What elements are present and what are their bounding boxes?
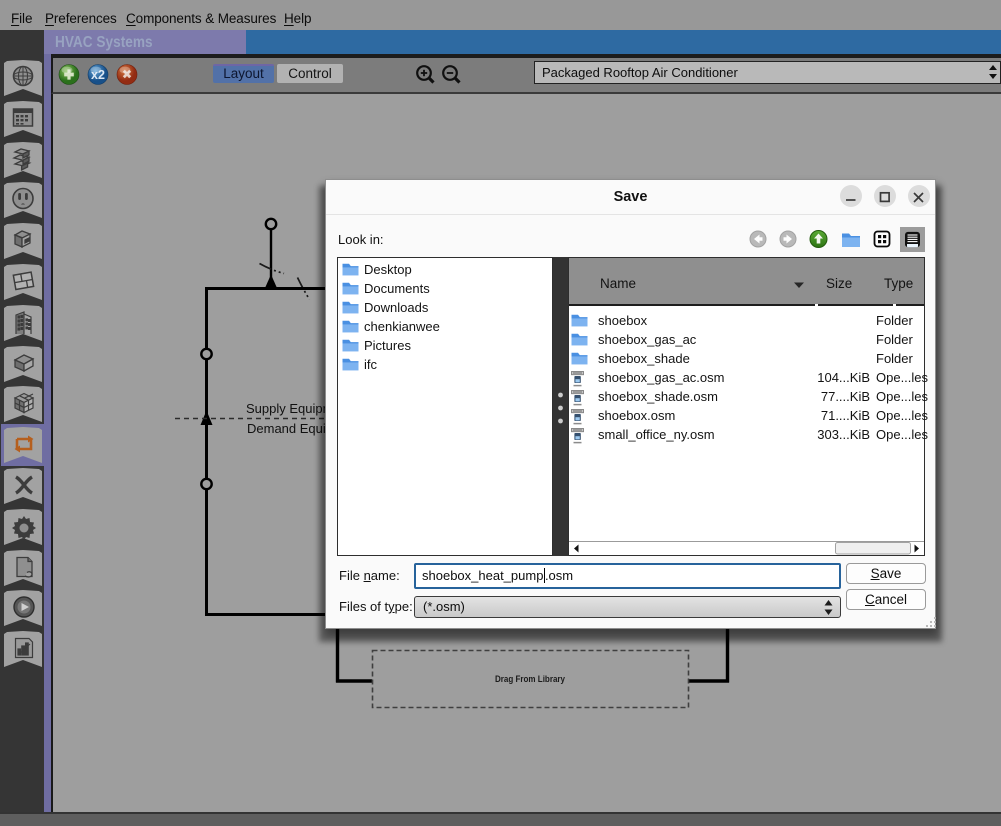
svg-text:Drag From Library: Drag From Library [495,674,566,685]
